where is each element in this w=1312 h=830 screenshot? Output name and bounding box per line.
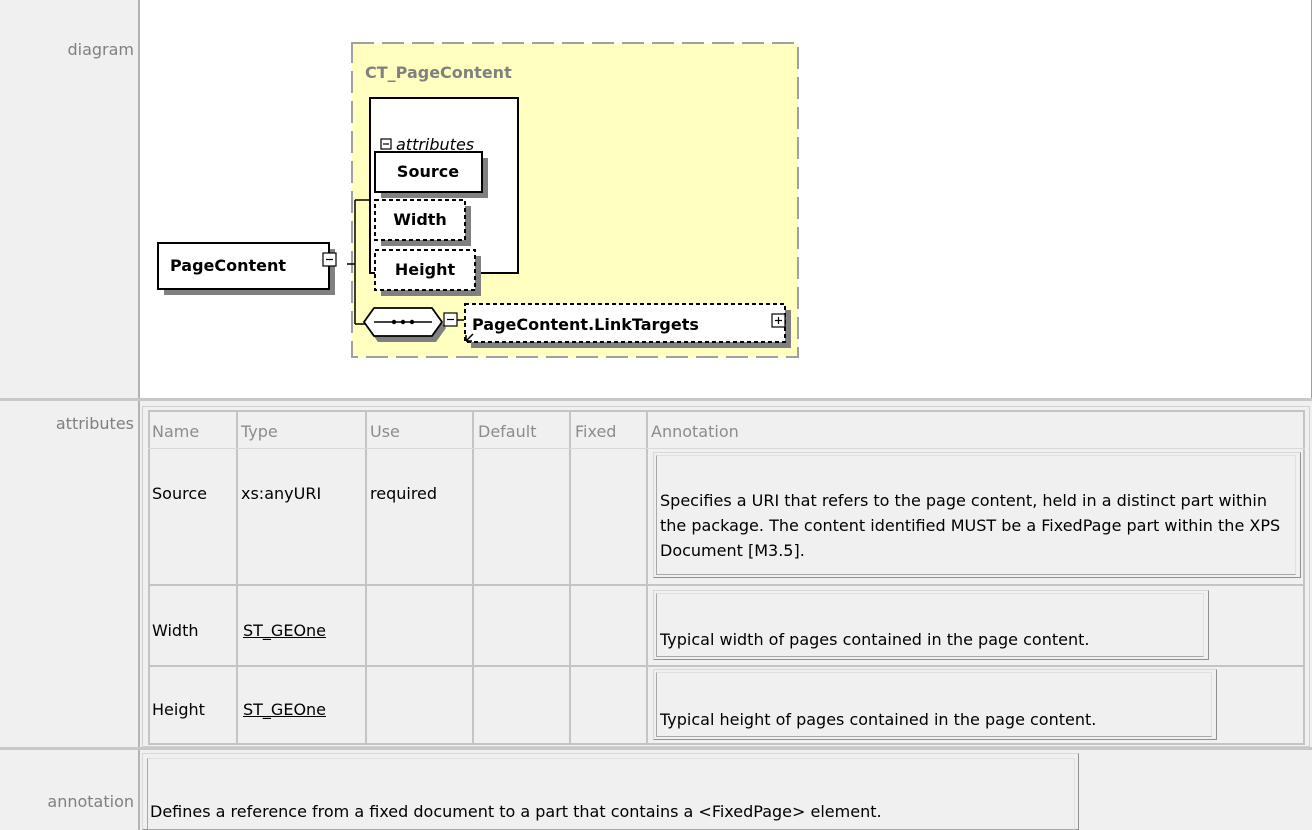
attributes-label: attributes [55,414,134,433]
attr-row-height-name: Height [152,700,205,719]
diagram-canvas: CT_PageContent attributes Source Width H… [142,0,1310,398]
attr-height-label: Height [395,260,456,279]
attr-row-source-type: xs:anyURI [241,484,322,503]
col-header-fixed: Fixed [575,422,617,441]
annotation-height: Typical height of pages contained in the… [656,672,1212,737]
attr-row-source-use: required [370,484,438,503]
diagram-label: diagram [67,40,134,59]
attributes-row-label: attributes [0,401,140,747]
annotation-row-label: annotation [0,750,140,830]
annotation-source: Specifies a URI that refers to the page … [656,455,1296,575]
annotation-label: annotation [47,792,134,811]
col-header-type: Type [241,422,278,441]
element-label: PageContent [170,256,286,275]
col-header-use: Use [370,422,400,441]
annotation-main-text: Defines a reference from a fixed documen… [147,758,1075,830]
attr-width-label: Width [393,210,447,229]
attr-source-label: Source [397,162,459,181]
child-element-label: PageContent.LinkTargets [472,315,699,334]
diagram-row-label: diagram [0,0,140,398]
col-header-name: Name [152,422,200,441]
attr-row-height-type-link[interactable]: ST_GEOne [243,700,326,719]
complex-type-label: CT_PageContent [365,63,512,82]
attr-row-source-name: Source [152,484,207,503]
attr-row-width-type-link[interactable]: ST_GEOne [243,621,326,640]
schema-diagram: CT_PageContent attributes Source Width H… [157,42,799,358]
annotation-width: Typical width of pages contained in the … [656,593,1204,657]
attr-row-width-name: Width [152,621,199,640]
col-header-default: Default [478,422,537,441]
col-header-annotation: Annotation [651,422,739,441]
